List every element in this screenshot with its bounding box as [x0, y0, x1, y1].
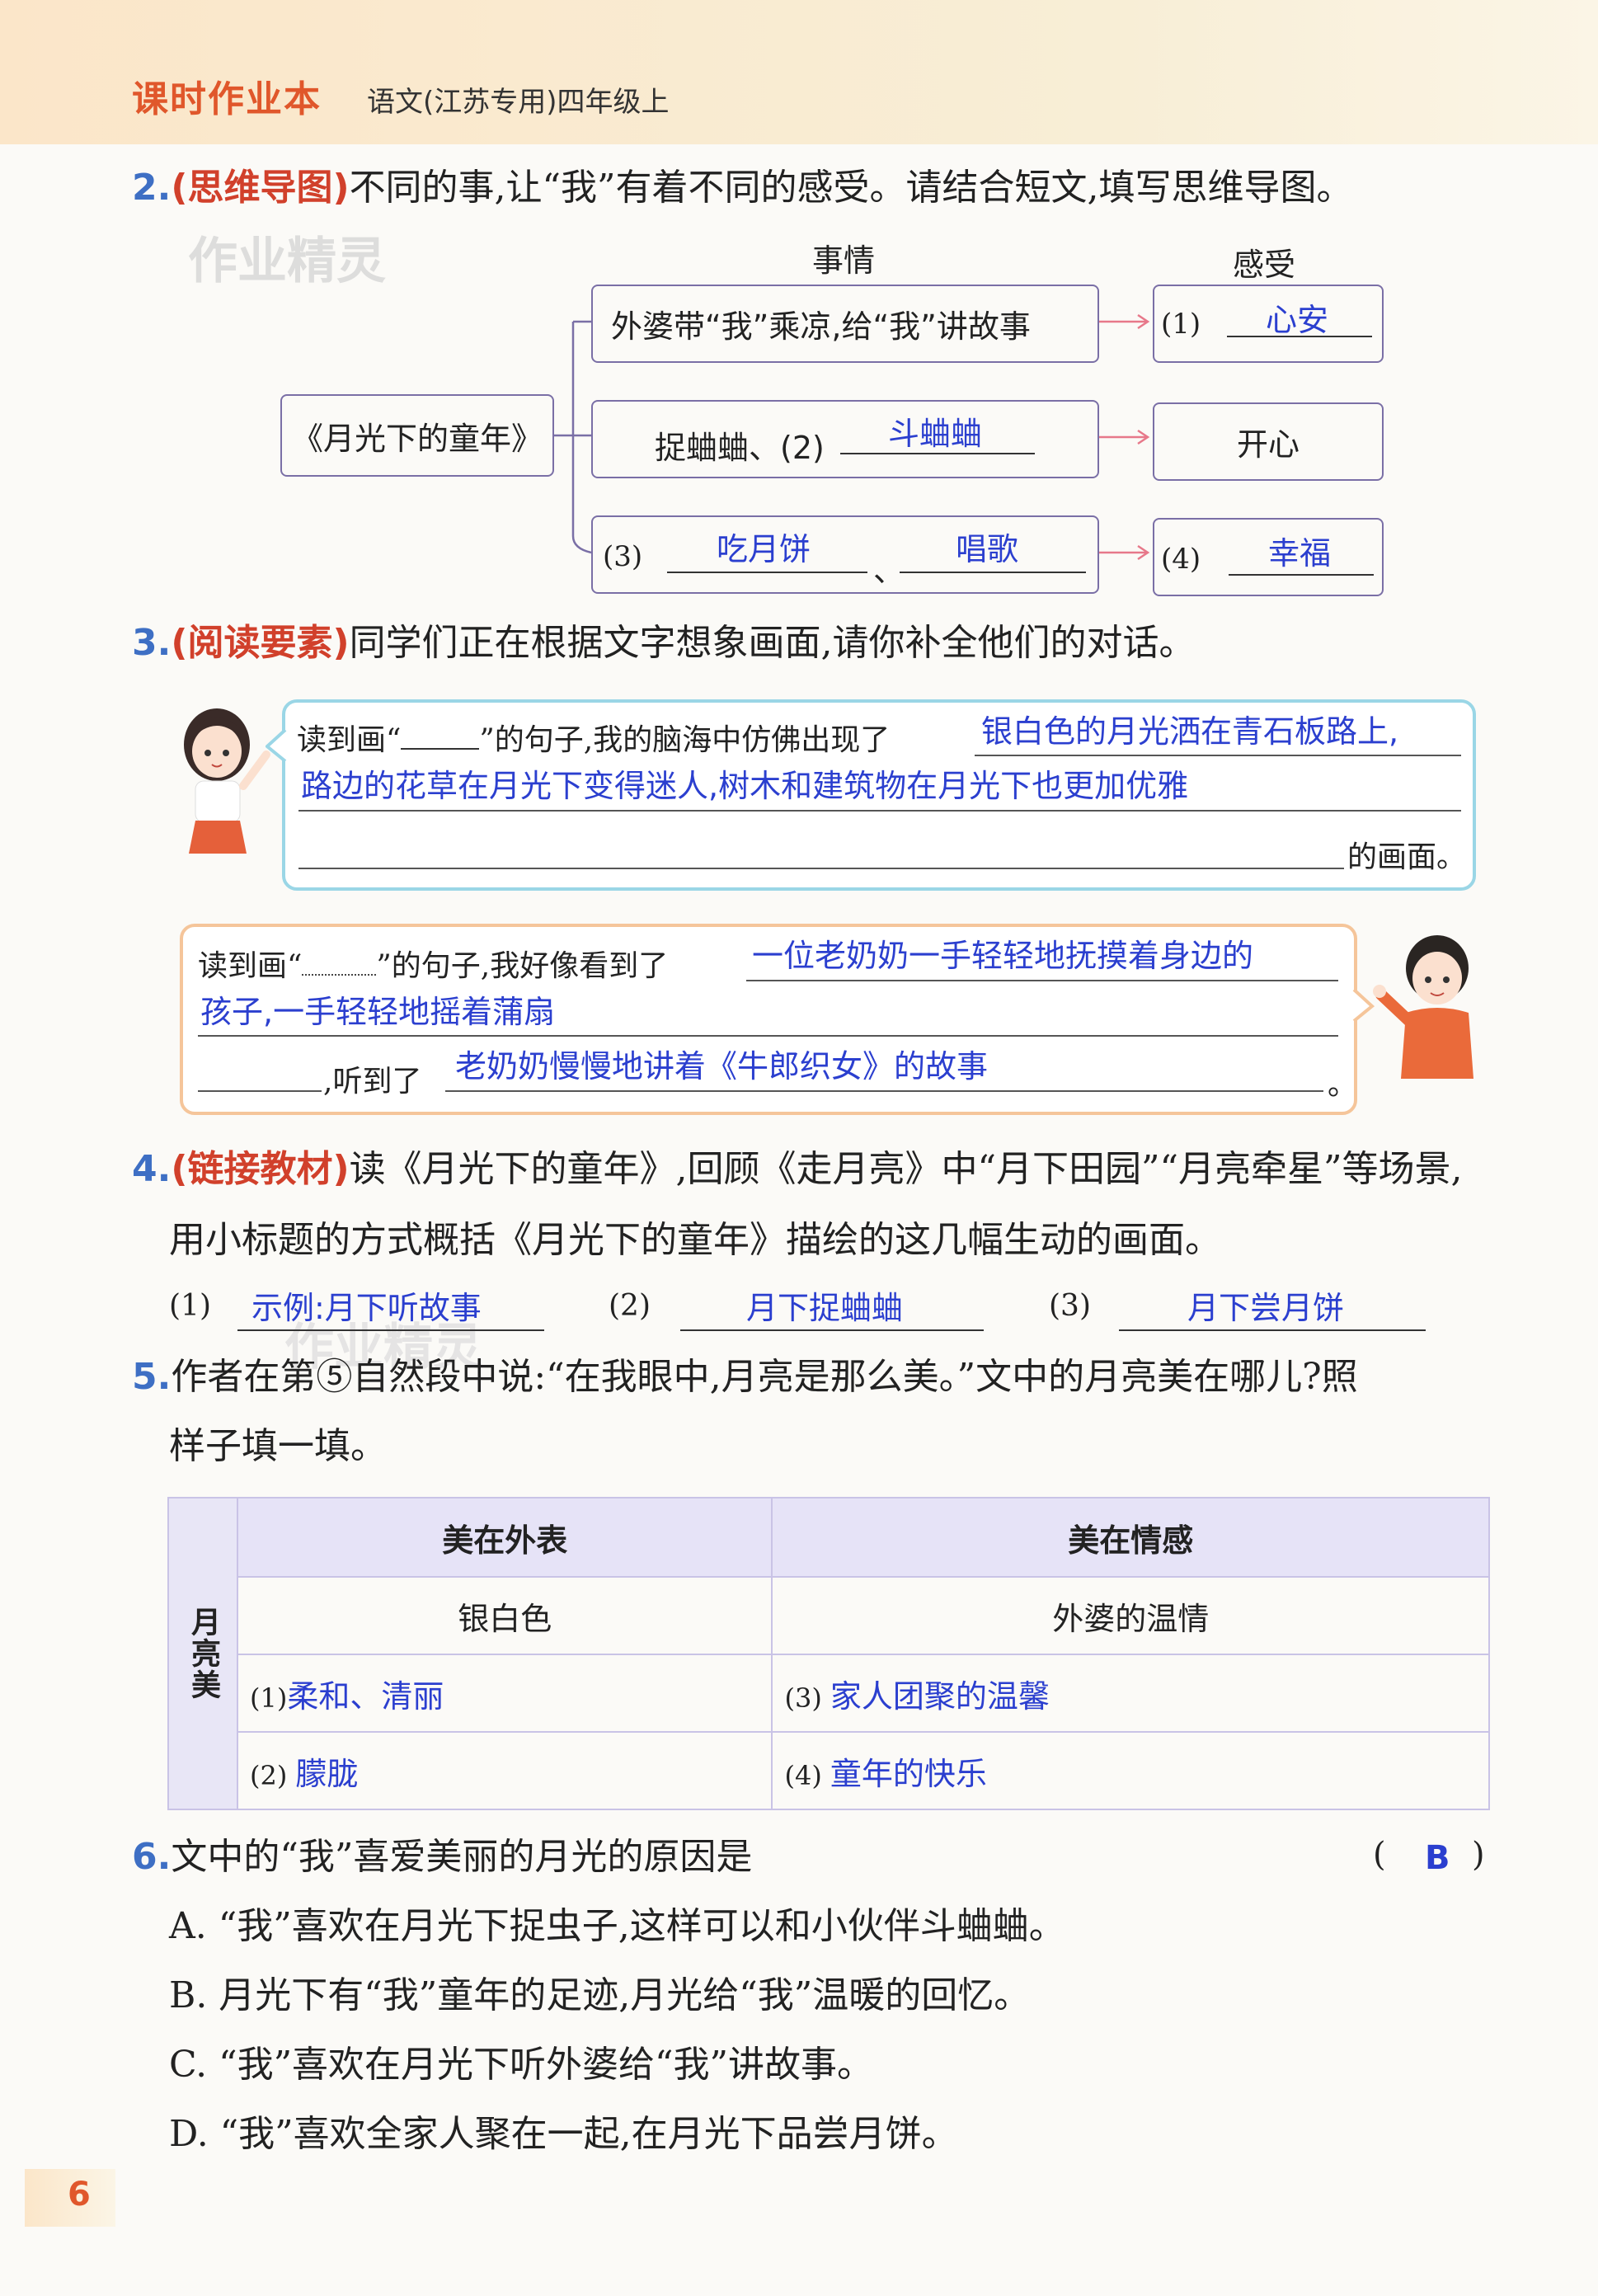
- boy-answer-line3: 老奶奶慢慢地讲着《牛郎织女》的故事: [455, 1048, 989, 1084]
- q5-table: 月亮美 美在外表 美在情感 银白色 外婆的温情 (1)柔和、清丽 (3) 家人团聚…: [167, 1497, 1490, 1810]
- girl-avatar: [184, 708, 270, 854]
- feeling-3-label: (4): [1161, 543, 1201, 576]
- q3-tag: (阅读要素): [171, 622, 350, 664]
- girl-answer-line2: 路边的花草在月光下变得迷人,树木和建筑物在月光下也更加优雅: [301, 768, 1189, 804]
- q5-header-emotion: 美在情感: [771, 1497, 1490, 1578]
- girl-suffix: 的画面。: [1347, 840, 1467, 874]
- girl-answer-line1: 银白色的月光洒在青石板路上,: [981, 713, 1399, 750]
- q4-tag: (链接教材): [171, 1148, 350, 1190]
- q5-text1: 作者在第⑤自然段中说:“在我眼中,月亮是那么美。”文中的月亮美在哪儿?照: [171, 1356, 1358, 1398]
- q3-text: 同学们正在根据文字想象画面,请你补全他们的对话。: [349, 622, 1196, 664]
- q4-a1-label: (1): [169, 1289, 211, 1323]
- q5-cell-r1c2: 外婆的温情: [771, 1576, 1490, 1655]
- mindmap-feeling-2: 开心: [1153, 402, 1384, 481]
- q3-stem: 3.(阅读要素)同学们正在根据文字想象画面,请你补全他们的对话。: [132, 619, 1196, 668]
- q5-cell-r2c2: (3) 家人团聚的温馨: [771, 1654, 1490, 1733]
- q4-stem-line2: 用小标题的方式概括《月光下的童年》描绘的这几幅生动的画面。: [169, 1219, 1221, 1261]
- event-3-label: (3): [603, 540, 643, 573]
- q4-stem-line1: 4.(链接教材)读《月光下的童年》,回顾《走月亮》中“月下田园”“月亮牵星”等场…: [132, 1145, 1463, 1194]
- mindmap-event-2: 捉蛐蛐、(2) 斗蛐蛐: [591, 400, 1099, 478]
- girl-bubble-tail: [266, 730, 287, 763]
- q4-answer-2: 月下捉蛐蛐: [746, 1290, 904, 1326]
- mindmap-root: 《月光下的童年》: [280, 394, 554, 477]
- event-2-label: 捉蛐蛐、(2): [655, 430, 825, 466]
- q5-side-cell: 月亮美: [167, 1497, 238, 1810]
- q5-cell-r2c1: (1)柔和、清丽: [236, 1654, 773, 1733]
- q6-paren-close: ): [1472, 1836, 1485, 1874]
- q3-number: 3.: [132, 622, 172, 664]
- q4-number: 4.: [132, 1148, 172, 1190]
- event-3-answer-b: 唱歌: [956, 531, 1019, 567]
- q5-number: 5.: [132, 1356, 172, 1398]
- q4-answer-3: 月下尝月饼: [1187, 1290, 1345, 1326]
- boy-end: 。: [1328, 1068, 1358, 1102]
- boy-mid: ,听到了: [323, 1065, 422, 1099]
- boy-avatar: [1373, 935, 1473, 1079]
- q6-option-b: B. 月光下有“我”童年的足迹,月光给“我”温暖的回忆。: [169, 1974, 1031, 2016]
- q6-option-d: D. “我”喜欢全家人聚在一起,在月光下品尝月饼。: [169, 2113, 958, 2155]
- boy-prefix: 读到画“ ”的句子,我好像看到了: [198, 949, 669, 983]
- q5-stem-line2: 样子填一填。: [169, 1425, 387, 1467]
- q6-stem: 6.文中的“我”喜爱美丽的月光的原因是: [132, 1833, 752, 1882]
- q6-paren-open: (: [1373, 1836, 1386, 1874]
- event-3-sep: 、: [873, 553, 905, 589]
- feeling-1-answer: 心安: [1266, 302, 1329, 338]
- q5-cell-r3c1: (2) 朦胧: [236, 1731, 773, 1810]
- boy-answer-line2: 孩子,一手轻轻地摇着蒲扇: [200, 994, 556, 1030]
- q5-cell-r3c2: (4) 童年的快乐: [771, 1731, 1490, 1810]
- q4-a2-label: (2): [609, 1289, 651, 1323]
- q6-option-a: A. “我”喜欢在月光下捉虫子,这样可以和小伙伴斗蛐蛐。: [169, 1905, 1065, 1947]
- feeling-3-answer: 幸福: [1268, 535, 1332, 572]
- q6-option-c: C. “我”喜欢在月光下听外婆给“我”讲故事。: [169, 2044, 874, 2086]
- mindmap-event-1: 外婆带“我”乘凉,给“我”讲故事: [591, 285, 1099, 363]
- page-number: 6: [68, 2176, 91, 2214]
- mindmap-feeling-1: (1) 心安: [1153, 285, 1384, 363]
- feeling-2-label: 开心: [1236, 426, 1300, 463]
- event-2-answer: 斗蛐蛐: [888, 416, 983, 452]
- mindmap-root-label: 《月光下的童年》: [291, 420, 543, 457]
- q6-number: 6.: [132, 1836, 172, 1878]
- event-1-label: 外婆带“我”乘凉,给“我”讲故事: [611, 308, 1031, 345]
- mindmap-event-3: (3) 吃月饼 、 唱歌: [591, 515, 1099, 594]
- q4-a3-label: (3): [1049, 1289, 1091, 1323]
- mindmap-feeling-3: (4) 幸福: [1153, 518, 1384, 596]
- feeling-1-label: (1): [1161, 308, 1201, 341]
- q6-text: 文中的“我”喜爱美丽的月光的原因是: [171, 1836, 753, 1878]
- q4-answer-1: 示例:月下听故事: [251, 1290, 482, 1326]
- q5-stem-line1: 5.作者在第⑤自然段中说:“在我眼中,月亮是那么美。”文中的月亮美在哪儿?照: [132, 1353, 1358, 1402]
- boy-bubble-tail: [1352, 990, 1375, 1023]
- q5-side-label: 月亮美: [186, 1607, 220, 1701]
- q4-text1: 读《月光下的童年》,回顾《走月亮》中“月下田园”“月亮牵星”等场景,: [349, 1148, 1463, 1190]
- boy-answer-line1: 一位老奶奶一手轻轻地抚摸着身边的: [752, 938, 1254, 974]
- q5-cell-r1c1: 银白色: [236, 1576, 773, 1655]
- q6-answer: B: [1425, 1839, 1450, 1877]
- event-3-answer-a: 吃月饼: [717, 531, 811, 567]
- q5-header-appearance: 美在外表: [236, 1497, 773, 1578]
- girl-prefix: 读到画“ ”的句子,我的脑海中仿佛出现了: [297, 723, 891, 757]
